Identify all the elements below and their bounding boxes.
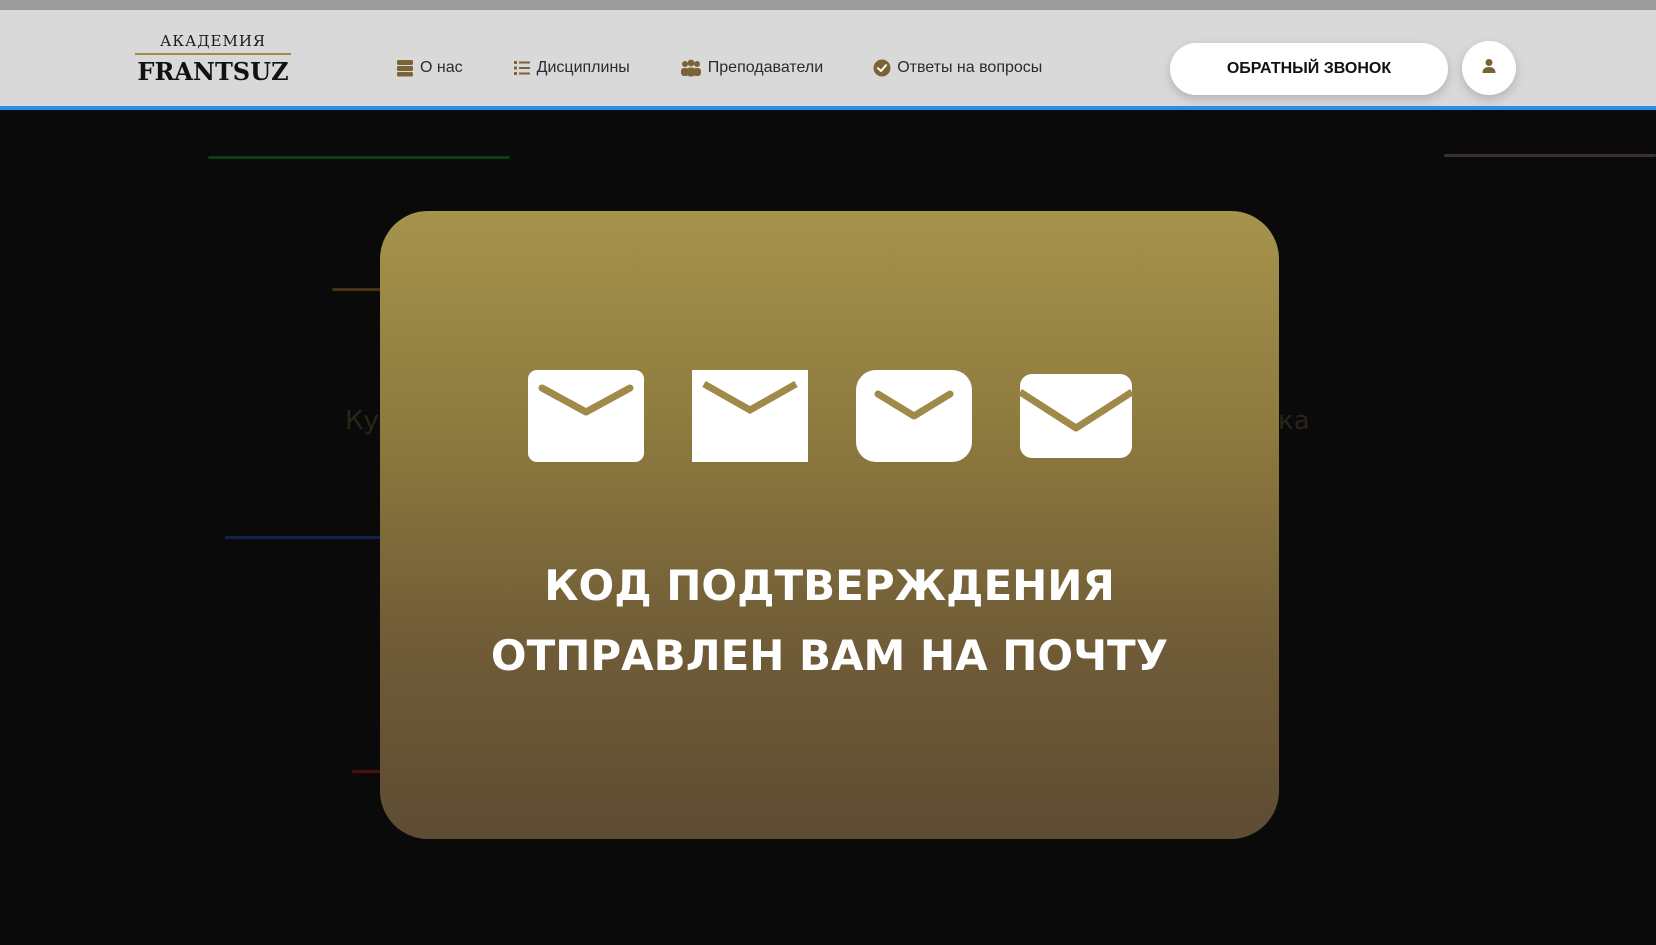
bg-glow-line [1444,154,1656,157]
browser-top-strip [0,0,1656,10]
callback-button[interactable]: ОБРАТНЫЙ ЗВОНОК [1170,43,1448,95]
mail-icon [1019,374,1132,458]
logo[interactable]: АКАДЕМИЯ FRANTSUZ [135,32,291,85]
main-nav: О нас Дисциплины Преподаватели Ответы на… [396,48,1042,88]
bg-glow-line [208,156,510,159]
page: АКАДЕМИЯ FRANTSUZ О нас Дисциплины Препо… [0,0,1656,945]
nav-label-about: О нас [420,59,463,76]
bg-heading-left: Ку [345,406,379,436]
nav-item-disciplines[interactable]: Дисциплины [513,48,630,88]
bg-glow-line [352,770,382,773]
user-account-button[interactable] [1462,41,1516,95]
modal-message-line2: ОТПРАВЛЕН ВАМ НА ПОЧТУ [490,631,1169,680]
layers-icon [396,59,414,77]
mail-icon [855,370,972,462]
user-icon [1481,58,1497,78]
envelope-icons [380,370,1279,462]
logo-main-text: FRANTSUZ [137,57,289,86]
modal-message: КОД ПОДТВЕРЖДЕНИЯ ОТПРАВЛЕН ВАМ НА ПОЧТУ [380,551,1279,691]
site-header: АКАДЕМИЯ FRANTSUZ О нас Дисциплины Препо… [0,10,1656,110]
nav-label-faq: Ответы на вопросы [897,59,1043,76]
nav-item-teachers[interactable]: Преподаватели [680,48,823,88]
logo-top-text: АКАДЕМИЯ [159,32,267,50]
users-icon [680,59,702,77]
mail-icon [691,370,808,462]
nav-item-about[interactable]: О нас [396,48,463,88]
nav-label-disciplines: Дисциплины [536,59,630,76]
list-icon [513,59,531,77]
bg-glow-line [225,536,385,539]
confirmation-modal: КОД ПОДТВЕРЖДЕНИЯ ОТПРАВЛЕН ВАМ НА ПОЧТУ [380,211,1279,839]
nav-item-faq[interactable]: Ответы на вопросы [873,48,1042,88]
mail-icon [527,370,644,462]
bg-heading-right: ка [1278,406,1310,436]
nav-label-teachers: Преподаватели [707,59,824,76]
check-circle-icon [873,59,891,77]
logo-divider [135,53,291,55]
modal-message-line1: КОД ПОДТВЕРЖДЕНИЯ [544,561,1115,610]
